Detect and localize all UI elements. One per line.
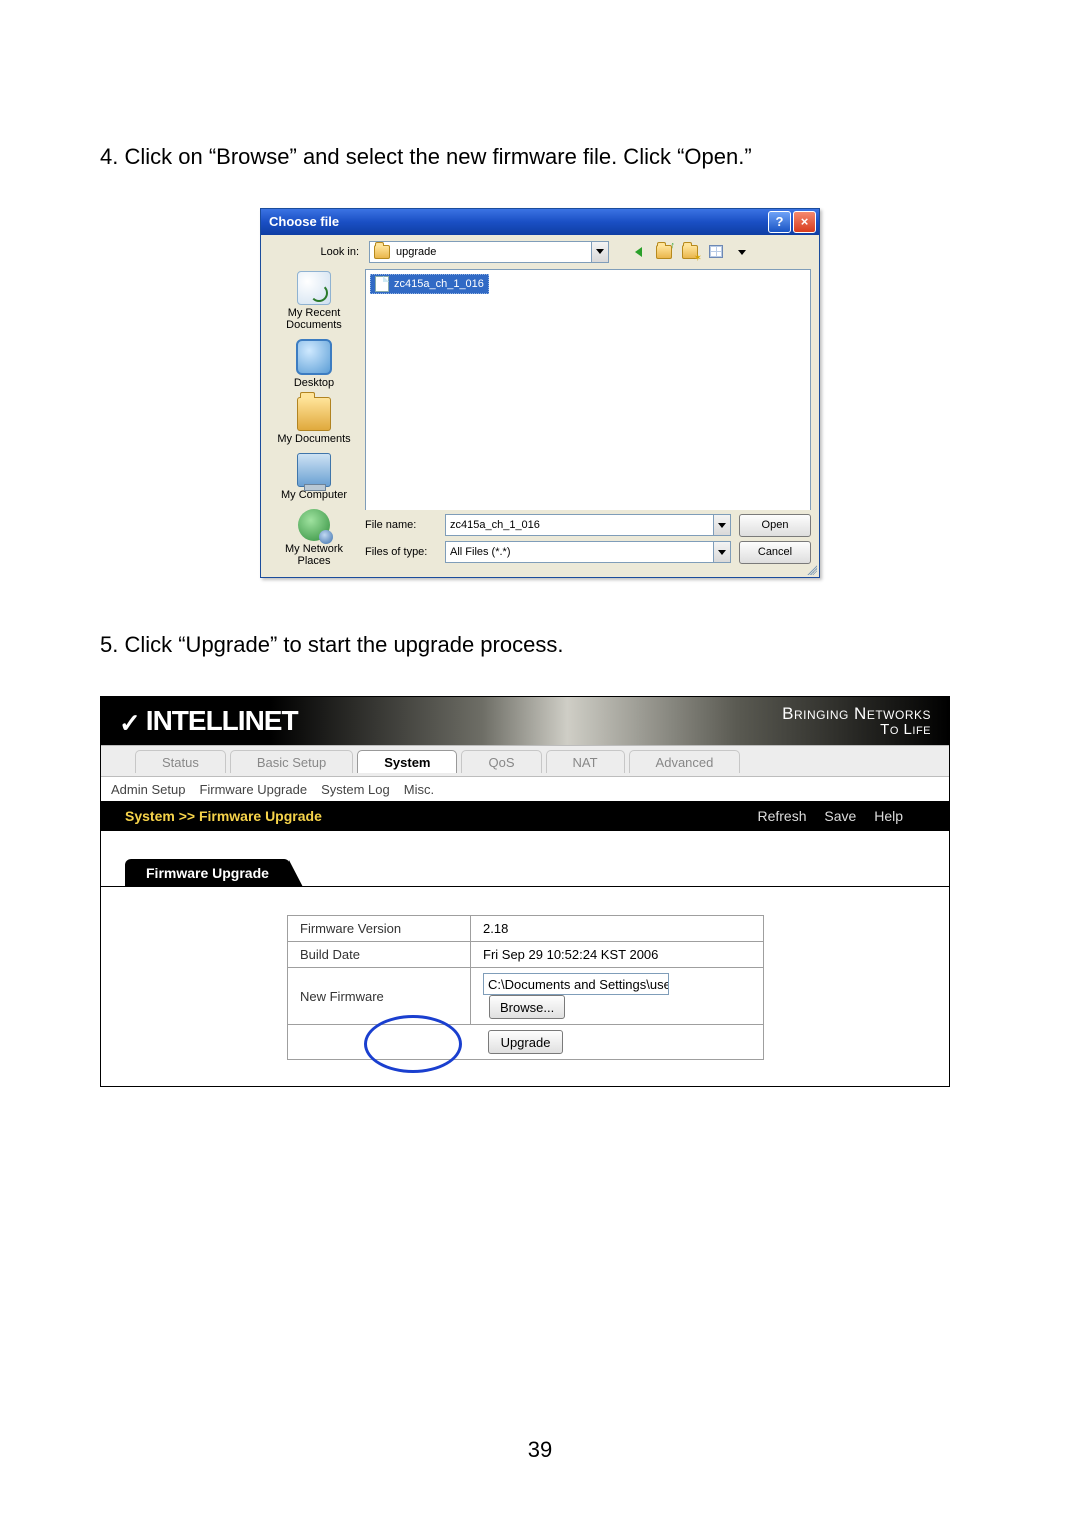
file-item-selected[interactable]: zc415a_ch_1_016 (370, 274, 489, 294)
step-4-text: 4. Click on “Browse” and select the new … (100, 142, 980, 172)
views-menu-chevron-icon[interactable] (733, 243, 751, 261)
file-type-label: Files of type: (365, 546, 437, 558)
check-icon: ✓ (119, 708, 140, 739)
desktop-icon (296, 339, 332, 375)
section-tab-firmware-upgrade: Firmware Upgrade (125, 859, 290, 886)
table-row: Upgrade (288, 1025, 764, 1060)
router-web-ui: ✓ INTELLINET Bringing Networks To Life S… (100, 696, 950, 1087)
banner: ✓ INTELLINET Bringing Networks To Life (101, 697, 949, 745)
build-date-label: Build Date (288, 942, 471, 968)
tagline: Bringing Networks To Life (782, 705, 931, 737)
page-number: 39 (0, 1437, 1080, 1463)
dialog-title: Choose file (269, 214, 339, 229)
my-computer-icon (297, 453, 331, 487)
file-type-select[interactable]: All Files (*.*) (445, 541, 731, 563)
new-firmware-input[interactable]: C:\Documents and Settings\user\D (483, 973, 669, 995)
cancel-button[interactable]: Cancel (739, 541, 811, 564)
tab-nat[interactable]: NAT (546, 750, 625, 773)
my-documents-icon (297, 397, 331, 431)
places-my-computer[interactable]: My Computer (281, 453, 347, 501)
close-icon[interactable]: × (793, 211, 816, 233)
save-link[interactable]: Save (824, 808, 856, 824)
table-row: Build Date Fri Sep 29 10:52:24 KST 2006 (288, 942, 764, 968)
tab-advanced[interactable]: Advanced (629, 750, 741, 773)
subnav-misc[interactable]: Misc. (404, 782, 434, 797)
dialog-title-bar: Choose file ? × (261, 209, 819, 235)
browse-button[interactable]: Browse... (489, 995, 565, 1019)
open-button[interactable]: Open (739, 514, 811, 537)
logo-text: INTELLINET (146, 705, 298, 736)
firmware-version-label: Firmware Version (288, 916, 471, 942)
page-header-bar: System >> Firmware Upgrade Refresh Save … (101, 801, 949, 831)
help-icon[interactable]: ? (768, 211, 791, 233)
places-bar: My Recent Documents Desktop My Documents (269, 269, 359, 570)
build-date-value: Fri Sep 29 10:52:24 KST 2006 (471, 942, 764, 968)
sub-nav: Admin Setup Firmware Upgrade System Log … (101, 777, 949, 801)
tab-basic-setup[interactable]: Basic Setup (230, 750, 353, 773)
annotation-circle (364, 1015, 462, 1073)
views-icon[interactable] (707, 243, 725, 261)
recent-documents-icon (297, 271, 331, 305)
breadcrumb: System >> Firmware Upgrade (125, 808, 743, 824)
firmware-version-value: 2.18 (471, 916, 764, 942)
places-recent-documents[interactable]: My Recent Documents (286, 271, 342, 331)
table-row: Firmware Version 2.18 (288, 916, 764, 942)
look-in-value: upgrade (396, 246, 436, 258)
back-icon[interactable] (629, 243, 647, 261)
file-name-label: File name: (365, 519, 437, 531)
places-desktop[interactable]: Desktop (294, 339, 334, 389)
places-my-documents[interactable]: My Documents (277, 397, 350, 445)
table-row: New Firmware C:\Documents and Settings\u… (288, 968, 764, 1025)
up-one-level-icon[interactable] (655, 243, 673, 261)
choose-file-dialog: Choose file ? × Look in: upgrade (260, 208, 820, 579)
firmware-table: Firmware Version 2.18 Build Date Fri Sep… (287, 915, 764, 1060)
chevron-down-icon[interactable] (713, 515, 730, 535)
help-link[interactable]: Help (874, 808, 903, 824)
places-my-network[interactable]: My Network Places (285, 509, 343, 567)
subnav-firmware-upgrade[interactable]: Firmware Upgrade (199, 782, 307, 797)
main-tabs: Status Basic Setup System QoS NAT Advanc… (101, 745, 949, 777)
look-in-label: Look in: (269, 246, 363, 258)
file-icon (375, 276, 389, 292)
resize-grip-icon[interactable] (805, 563, 817, 575)
new-firmware-label: New Firmware (288, 968, 471, 1025)
look-in-select[interactable]: upgrade (369, 241, 609, 263)
file-list[interactable]: zc415a_ch_1_016 (365, 269, 811, 510)
refresh-link[interactable]: Refresh (757, 808, 806, 824)
tab-status[interactable]: Status (135, 750, 226, 773)
chevron-down-icon[interactable] (591, 242, 608, 262)
step-5-text: 5. Click “Upgrade” to start the upgrade … (100, 630, 980, 660)
upgrade-button[interactable]: Upgrade (488, 1030, 564, 1054)
folder-icon (374, 245, 390, 259)
subnav-admin-setup[interactable]: Admin Setup (111, 782, 185, 797)
my-network-icon (298, 509, 330, 541)
chevron-down-icon[interactable] (713, 542, 730, 562)
new-folder-icon[interactable] (681, 243, 699, 261)
tab-qos[interactable]: QoS (461, 750, 541, 773)
file-name-input[interactable]: zc415a_ch_1_016 (445, 514, 731, 536)
subnav-system-log[interactable]: System Log (321, 782, 390, 797)
tab-system[interactable]: System (357, 750, 457, 773)
